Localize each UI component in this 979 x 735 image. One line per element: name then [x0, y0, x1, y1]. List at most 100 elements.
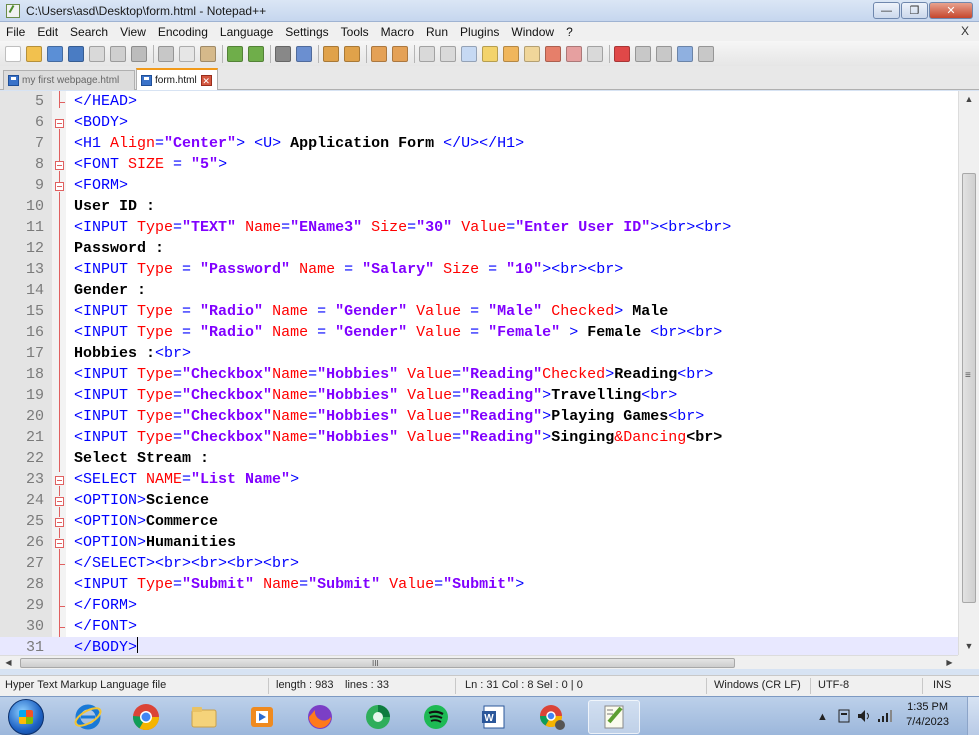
status-eol[interactable]: Windows (CR LF)	[714, 679, 801, 691]
code-line[interactable]: 19 <INPUT Type="Checkbox"Name="Hobbies" V…	[0, 385, 958, 406]
code-line[interactable]: 21 <INPUT Type="Checkbox"Name="Hobbies" V…	[0, 427, 958, 448]
code-line[interactable]: 15 <INPUT Type = "Radio" Name = "Gender" …	[0, 301, 958, 322]
code-line[interactable]: 11 <INPUT Type="TEXT" Name="EName3" Size=…	[0, 217, 958, 238]
vertical-scroll-thumb[interactable]: ≡	[962, 173, 976, 603]
code-line[interactable]: 14 Gender :	[0, 280, 958, 301]
cut-icon[interactable]	[158, 45, 174, 62]
taskbar-chrome[interactable]	[120, 700, 172, 734]
indent-guide-icon[interactable]	[461, 45, 477, 62]
redo-icon[interactable]	[248, 45, 264, 62]
menu-run[interactable]: Run	[426, 25, 448, 39]
scroll-down-button[interactable]: ▼	[959, 638, 979, 655]
open-file-icon[interactable]	[26, 45, 42, 62]
zoom-in-icon[interactable]	[323, 45, 339, 62]
udl-icon[interactable]	[482, 45, 498, 62]
taskbar-file-explorer[interactable]	[178, 700, 230, 734]
close-all-icon[interactable]	[110, 45, 126, 62]
menu-language[interactable]: Language	[220, 25, 273, 39]
code-line[interactable]: 29 </FORM>	[0, 595, 958, 616]
taskbar-browser[interactable]	[352, 700, 404, 734]
code-line[interactable]: 13 <INPUT Type = "Password" Name = "Salar…	[0, 259, 958, 280]
eye-icon[interactable]	[587, 45, 603, 62]
scroll-left-button[interactable]: ◀	[0, 656, 17, 670]
code-line[interactable]: 23 <SELECT NAME="List Name">	[0, 469, 958, 490]
paste-icon[interactable]	[200, 45, 216, 62]
menu-file[interactable]: File	[6, 25, 25, 39]
menu-view[interactable]: View	[120, 25, 146, 39]
code-line[interactable]: 5 </HEAD>	[0, 91, 958, 112]
scroll-up-button[interactable]: ▲	[959, 91, 979, 108]
taskbar-word[interactable]: W	[468, 700, 520, 734]
menu-search[interactable]: Search	[70, 25, 108, 39]
code-line[interactable]: 22 Select Stream :	[0, 448, 958, 469]
close-window-button[interactable]: ✕	[929, 2, 973, 19]
taskbar-media-player[interactable]	[236, 700, 288, 734]
start-button[interactable]	[8, 699, 44, 735]
record-macro-icon[interactable]	[614, 45, 630, 62]
network-signal-icon[interactable]	[877, 709, 893, 726]
tab-my-first-webpage[interactable]: my first webpage.html	[3, 70, 135, 90]
word-wrap-icon[interactable]	[419, 45, 435, 62]
code-line[interactable]: 9 <FORM>	[0, 175, 958, 196]
code-line[interactable]: 12 Password :	[0, 238, 958, 259]
clock[interactable]: 1:35 PM 7/4/2023	[906, 700, 949, 730]
tab-form-html[interactable]: form.html ✕	[136, 68, 218, 90]
horizontal-scroll-thumb[interactable]: III	[20, 658, 735, 668]
menu-plugins[interactable]: Plugins	[460, 25, 499, 39]
menu-macro[interactable]: Macro	[381, 25, 414, 39]
code-line[interactable]: 8 <FONT SIZE = "5">	[0, 154, 958, 175]
new-file-icon[interactable]	[5, 45, 21, 62]
code-line[interactable]: 27 </SELECT><br><br><br><br>	[0, 553, 958, 574]
show-all-chars-icon[interactable]	[440, 45, 456, 62]
maximize-button[interactable]: ❐	[901, 2, 928, 19]
stop-macro-icon[interactable]	[635, 45, 651, 62]
code-line[interactable]: 30 </FONT>	[0, 616, 958, 637]
code-line[interactable]: 16 <INPUT Type = "Radio" Name = "Gender" …	[0, 322, 958, 343]
zoom-out-icon[interactable]	[344, 45, 360, 62]
taskbar-chrome-user[interactable]	[526, 700, 578, 734]
code-line[interactable]: 18 <INPUT Type="Checkbox"Name="Hobbies" V…	[0, 364, 958, 385]
find-icon[interactable]	[275, 45, 291, 62]
monitoring-icon[interactable]	[566, 45, 582, 62]
volume-icon[interactable]	[857, 709, 873, 726]
code-line[interactable]: 17 Hobbies :<br>	[0, 343, 958, 364]
show-desktop-button[interactable]	[967, 697, 979, 735]
taskbar-spotify[interactable]	[410, 700, 462, 734]
folder-workspace-icon[interactable]	[545, 45, 561, 62]
menu-settings[interactable]: Settings	[285, 25, 328, 39]
menu-help[interactable]: ?	[566, 25, 573, 39]
code-line[interactable]: 26 <OPTION>Humanities	[0, 532, 958, 553]
vertical-scrollbar[interactable]: ▲ ≡ ▼	[958, 91, 979, 655]
close-document-button[interactable]: X	[961, 24, 969, 38]
horizontal-scrollbar[interactable]: ◀ III ▶	[0, 655, 958, 669]
save-all-icon[interactable]	[68, 45, 84, 62]
close-tab-icon[interactable]: ✕	[200, 74, 212, 86]
play-macro-icon[interactable]	[656, 45, 672, 62]
menu-edit[interactable]: Edit	[37, 25, 58, 39]
doc-map-icon[interactable]	[503, 45, 519, 62]
taskbar-notepad-plus-plus[interactable]	[588, 700, 640, 734]
copy-icon[interactable]	[179, 45, 195, 62]
menu-tools[interactable]: Tools	[341, 25, 369, 39]
minimize-button[interactable]: —	[873, 2, 900, 19]
replace-icon[interactable]	[296, 45, 312, 62]
run-macro-multiple-icon[interactable]	[677, 45, 693, 62]
save-macro-icon[interactable]	[698, 45, 714, 62]
code-line[interactable]: 28 <INPUT Type="Submit" Name="Submit" Val…	[0, 574, 958, 595]
sync-horizontal-icon[interactable]	[392, 45, 408, 62]
code-line[interactable]: 24 <OPTION>Science	[0, 490, 958, 511]
sync-vertical-icon[interactable]	[371, 45, 387, 62]
code-line[interactable]: 6 <BODY>	[0, 112, 958, 133]
taskbar-firefox[interactable]	[294, 700, 346, 734]
close-icon[interactable]	[89, 45, 105, 62]
menu-window[interactable]: Window	[511, 25, 554, 39]
scroll-right-button[interactable]: ▶	[941, 656, 958, 670]
function-list-icon[interactable]	[524, 45, 540, 62]
code-editor[interactable]: 5 </HEAD> 6 <BODY> 7 <H1 Align="Center"> <U> …	[0, 91, 979, 658]
save-icon[interactable]	[47, 45, 63, 62]
code-line[interactable]: 20 <INPUT Type="Checkbox"Name="Hobbies" V…	[0, 406, 958, 427]
code-line[interactable]: 25 <OPTION>Commerce	[0, 511, 958, 532]
show-hidden-icons-button[interactable]: ▲	[817, 711, 828, 723]
code-line[interactable]: 7 <H1 Align="Center"> <U> Application For…	[0, 133, 958, 154]
menu-encoding[interactable]: Encoding	[158, 25, 208, 39]
